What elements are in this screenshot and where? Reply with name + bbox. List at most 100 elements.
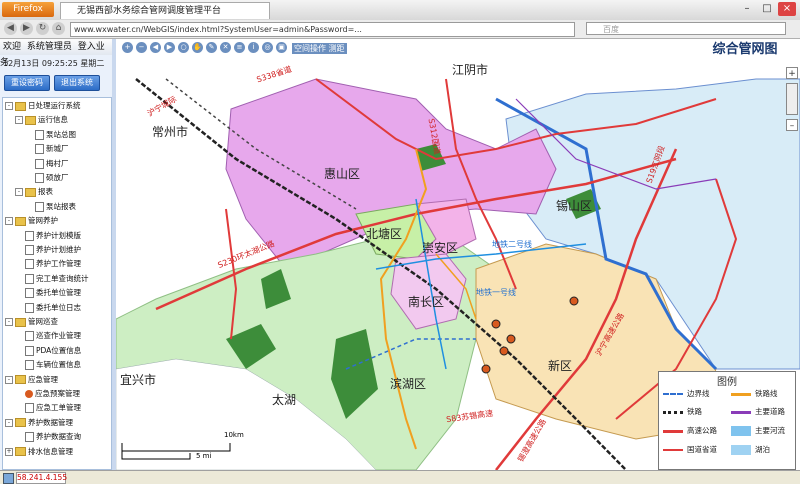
legend-boundary-swatch bbox=[663, 393, 683, 398]
pan-left-icon[interactable]: ◀ bbox=[150, 42, 161, 53]
maximize-button[interactable]: □ bbox=[758, 2, 776, 16]
back-icon[interactable]: ◀ bbox=[4, 22, 17, 35]
tree-item-label: 委托单位日志 bbox=[36, 302, 81, 312]
search-input[interactable]: 百度 bbox=[586, 22, 786, 35]
tree-item[interactable]: PDA位置信息 bbox=[25, 345, 81, 356]
tree-item[interactable]: 巡查作业管理 bbox=[25, 330, 81, 342]
tree-item-label: 日处理运行系统 bbox=[28, 101, 81, 110]
window-controls: – □ × bbox=[736, 2, 796, 17]
map-view[interactable]: + − ◀ ▶ ○ ✋ ✎ ✕ ≡ i ◎ ▣ 空间操作 测距 综合管网图 + … bbox=[116, 39, 800, 470]
logout-button[interactable]: 退出系统 bbox=[54, 75, 100, 91]
tree-item[interactable]: 应急工单管理 bbox=[25, 402, 81, 414]
document-icon bbox=[25, 360, 34, 371]
legend-lake-swatch bbox=[731, 445, 751, 455]
tree-item[interactable]: 养护数据查询 bbox=[25, 431, 81, 443]
spatial-operation-label[interactable]: 空间操作 测距 bbox=[292, 43, 347, 54]
forward-icon[interactable]: ▶ bbox=[20, 22, 33, 35]
label-xinqu: 新区 bbox=[548, 359, 573, 373]
legend-highway-swatch bbox=[663, 430, 683, 433]
close-button[interactable]: × bbox=[778, 2, 796, 16]
tree-item-label: 报表 bbox=[38, 187, 53, 197]
collapse-icon[interactable]: - bbox=[5, 318, 13, 326]
label-nanchang: 南长区 bbox=[408, 295, 445, 309]
tree-item[interactable]: 管网养护 bbox=[15, 215, 58, 226]
tree-item[interactable]: 运行信息 bbox=[25, 114, 68, 125]
menu-welcome[interactable]: 欢迎 bbox=[3, 42, 21, 52]
browser-tab[interactable]: 无锡西部水务综合管网调度管理平台 bbox=[60, 2, 270, 19]
zoom-in-button[interactable]: + bbox=[786, 67, 798, 79]
document-icon bbox=[25, 403, 34, 414]
tree-item[interactable]: 泵站总图 bbox=[35, 129, 76, 140]
document-icon bbox=[25, 432, 34, 443]
tree-item[interactable]: 养护计划模版 bbox=[25, 230, 81, 241]
zoom-in-icon[interactable]: + bbox=[122, 42, 133, 53]
tree-item[interactable]: 养护计划维护 bbox=[25, 244, 81, 255]
globe-icon[interactable]: ◎ bbox=[262, 42, 273, 53]
scale-bar-graphic bbox=[121, 443, 231, 460]
tree-item[interactable]: 梅村厂 bbox=[35, 158, 69, 169]
tree-item[interactable]: 排水信息管理 bbox=[15, 446, 73, 457]
tree-item[interactable]: 泵站报表 bbox=[35, 201, 76, 212]
zoom-out-icon[interactable]: − bbox=[136, 42, 147, 53]
collapse-icon[interactable]: - bbox=[15, 116, 23, 125]
measure-icon[interactable]: ✎ bbox=[206, 42, 217, 53]
hand-icon[interactable]: ✋ bbox=[192, 42, 203, 53]
tree-item[interactable]: 完工单查询统计 bbox=[25, 273, 89, 284]
firefox-menu-button[interactable]: Firefox bbox=[2, 2, 54, 17]
document-icon bbox=[25, 245, 34, 255]
legend-item-lake: 湖泊 bbox=[755, 445, 770, 454]
nav-tree: 日处理运行系统 - 运行信息 - 泵站总图 新城厂 梅村厂 硕放厂 报表 - 泵站报表 管网养护 - 养护… bbox=[2, 97, 112, 470]
layer-icon[interactable]: ≡ bbox=[234, 42, 245, 53]
tree-item[interactable]: 应急管理 bbox=[15, 374, 58, 385]
select-icon[interactable]: ▣ bbox=[276, 42, 287, 53]
zoom-out-button[interactable]: – bbox=[786, 119, 798, 131]
tree-item[interactable]: 硕放厂 bbox=[35, 172, 69, 183]
tree-item-label: 养护数据查询 bbox=[36, 432, 81, 442]
tree-item[interactable]: 委托单位日志 bbox=[25, 302, 81, 313]
expand-icon[interactable]: + bbox=[5, 447, 13, 456]
pan-right-icon[interactable]: ▶ bbox=[164, 42, 175, 53]
tree-item-label: 养护计划模版 bbox=[36, 230, 81, 240]
tree-item[interactable]: 委托单位管理 bbox=[25, 287, 81, 299]
zoom-slider[interactable] bbox=[786, 83, 798, 115]
reset-password-button[interactable]: 重设密码 bbox=[4, 75, 50, 91]
home-icon[interactable]: ⌂ bbox=[52, 22, 65, 35]
tree-item-label: 泵站报表 bbox=[46, 201, 76, 211]
tree-item[interactable]: 养护数据管理 bbox=[15, 417, 73, 428]
tree-item[interactable]: 车辆位置信息 bbox=[25, 359, 81, 371]
collapse-icon[interactable]: - bbox=[5, 375, 13, 384]
road-label-line2: 地铁二号线 bbox=[492, 240, 532, 249]
clear-icon[interactable]: ✕ bbox=[220, 42, 231, 53]
pump-station-marker-5 bbox=[481, 364, 491, 374]
collapse-icon[interactable]: - bbox=[5, 217, 13, 226]
document-icon bbox=[25, 273, 34, 284]
tree-item[interactable]: 日处理运行系统 bbox=[15, 100, 81, 111]
legend-river-swatch bbox=[731, 426, 751, 436]
full-extent-icon[interactable]: ○ bbox=[178, 42, 189, 53]
minimize-button[interactable]: – bbox=[738, 2, 756, 16]
url-bar[interactable]: www.wxwater.cn/WebGIS/index.html?SystemU… bbox=[70, 22, 575, 37]
label-yixing: 宜兴市 bbox=[120, 373, 157, 387]
legend-railway-swatch bbox=[663, 411, 683, 414]
tree-item[interactable]: 应急预案管理 bbox=[25, 388, 80, 399]
document-icon bbox=[25, 302, 34, 313]
document-icon bbox=[25, 331, 34, 342]
document-icon bbox=[35, 129, 44, 140]
menu-admin[interactable]: 系统管理员 bbox=[27, 42, 72, 52]
tree-item[interactable]: 养护工作管理 bbox=[25, 258, 81, 270]
collapse-icon[interactable]: - bbox=[15, 188, 23, 197]
document-icon bbox=[25, 345, 34, 356]
reload-icon[interactable]: ↻ bbox=[36, 22, 49, 35]
label-binhu: 滨湖区 bbox=[390, 377, 427, 391]
tree-item-label: 梅村厂 bbox=[46, 158, 69, 168]
tree-item[interactable]: 新城厂 bbox=[35, 143, 69, 155]
collapse-icon[interactable]: - bbox=[5, 102, 13, 110]
tree-item-label: 完工单查询统计 bbox=[36, 273, 89, 283]
zoom-control: + – bbox=[786, 67, 798, 131]
tree-item[interactable]: 管网巡查 bbox=[15, 316, 58, 327]
collapse-icon[interactable]: - bbox=[5, 418, 13, 427]
info-icon[interactable]: i bbox=[248, 42, 259, 53]
document-icon bbox=[25, 259, 34, 270]
folder-icon bbox=[25, 187, 36, 197]
tree-item[interactable]: 报表 bbox=[25, 186, 53, 197]
